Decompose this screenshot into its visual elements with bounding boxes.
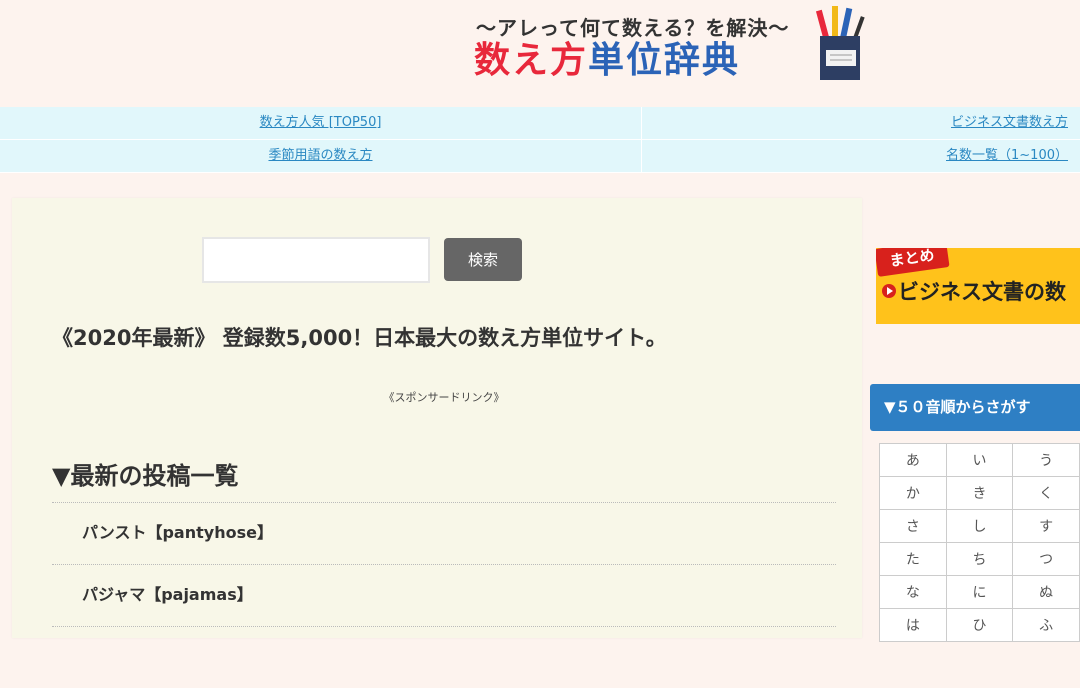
kana-link[interactable]: ち (945, 542, 1014, 576)
kana-link[interactable]: に (945, 575, 1014, 609)
site-subtitle: 〜アレって何て数える？を解決〜 (476, 16, 790, 40)
kana-link[interactable]: ひ (945, 608, 1014, 642)
nav-link-popular-top50[interactable]: 数え方人気 [TOP50] (260, 115, 382, 130)
latest-posts-list: パンスト【pantyhose】 パジャマ【pajamas】 (52, 502, 836, 688)
gojuon-heading: ▼５０音順からさがす (870, 384, 1080, 431)
top-nav: 数え方人気 [TOP50] ビジネス文書数え方 季節用語の数え方 名数一覧（1~… (0, 107, 1080, 173)
kana-link[interactable]: は (879, 608, 947, 642)
post-item[interactable]: パンスト【pantyhose】 (52, 502, 836, 564)
site-title-blue: 単位辞典 (588, 40, 741, 81)
nav-link-meisu-list[interactable]: 名数一覧（1~100） (946, 148, 1068, 163)
nav-row: 季節用語の数え方 名数一覧（1~100） (0, 140, 1080, 173)
kana-link[interactable]: あ (879, 443, 947, 477)
kana-link[interactable]: す (1012, 509, 1080, 543)
kana-link[interactable]: か (879, 476, 947, 510)
site-header: 〜アレって何て数える？を解決〜 数え方単位辞典 (0, 0, 1080, 106)
gojuon-table: あ い う か き く さ し す た ち つ な に ぬ は ひ ふ (879, 443, 1080, 642)
site-logo[interactable]: 数え方単位辞典 (474, 41, 740, 81)
business-docs-banner[interactable]: まとめ ビジネス文書の数 (876, 248, 1080, 324)
nav-link-seasonal-terms[interactable]: 季節用語の数え方 (268, 148, 372, 163)
latest-posts-title: ▼最新の投稿一覧 (52, 462, 239, 490)
banner-tag: まとめ (876, 248, 950, 277)
kana-link[interactable]: い (945, 443, 1014, 477)
play-icon (882, 284, 896, 298)
banner-text: ビジネス文書の数 (898, 280, 1066, 304)
search-button[interactable]: 検索 (444, 238, 522, 281)
kana-link[interactable]: ぬ (1012, 575, 1080, 609)
kana-link[interactable]: つ (1012, 542, 1080, 576)
nav-link-business-docs[interactable]: ビジネス文書数え方 (951, 115, 1068, 130)
post-item-divider (52, 626, 836, 688)
kana-link[interactable]: ふ (1012, 608, 1080, 642)
kana-link[interactable]: た (879, 542, 947, 576)
page-headline: 《2020年最新》 登録数5,000！日本最大の数え方単位サイト。 (52, 326, 667, 350)
nav-row: 数え方人気 [TOP50] ビジネス文書数え方 (0, 107, 1080, 140)
post-item[interactable]: パジャマ【pajamas】 (52, 564, 836, 626)
kana-link[interactable]: な (879, 575, 947, 609)
kana-link[interactable]: し (945, 509, 1014, 543)
kana-link[interactable]: さ (879, 509, 947, 543)
site-title-red: 数え方 (474, 40, 589, 81)
kana-link[interactable]: き (945, 476, 1014, 510)
search-input[interactable] (202, 237, 430, 283)
kana-link[interactable]: う (1012, 443, 1080, 477)
main-content: 検索 《2020年最新》 登録数5,000！日本最大の数え方単位サイト。 《スポ… (12, 198, 862, 638)
pen-cup-icon (815, 6, 865, 80)
kana-link[interactable]: く (1012, 476, 1080, 510)
sponsor-label: 《スポンサードリンク》 (383, 391, 505, 404)
